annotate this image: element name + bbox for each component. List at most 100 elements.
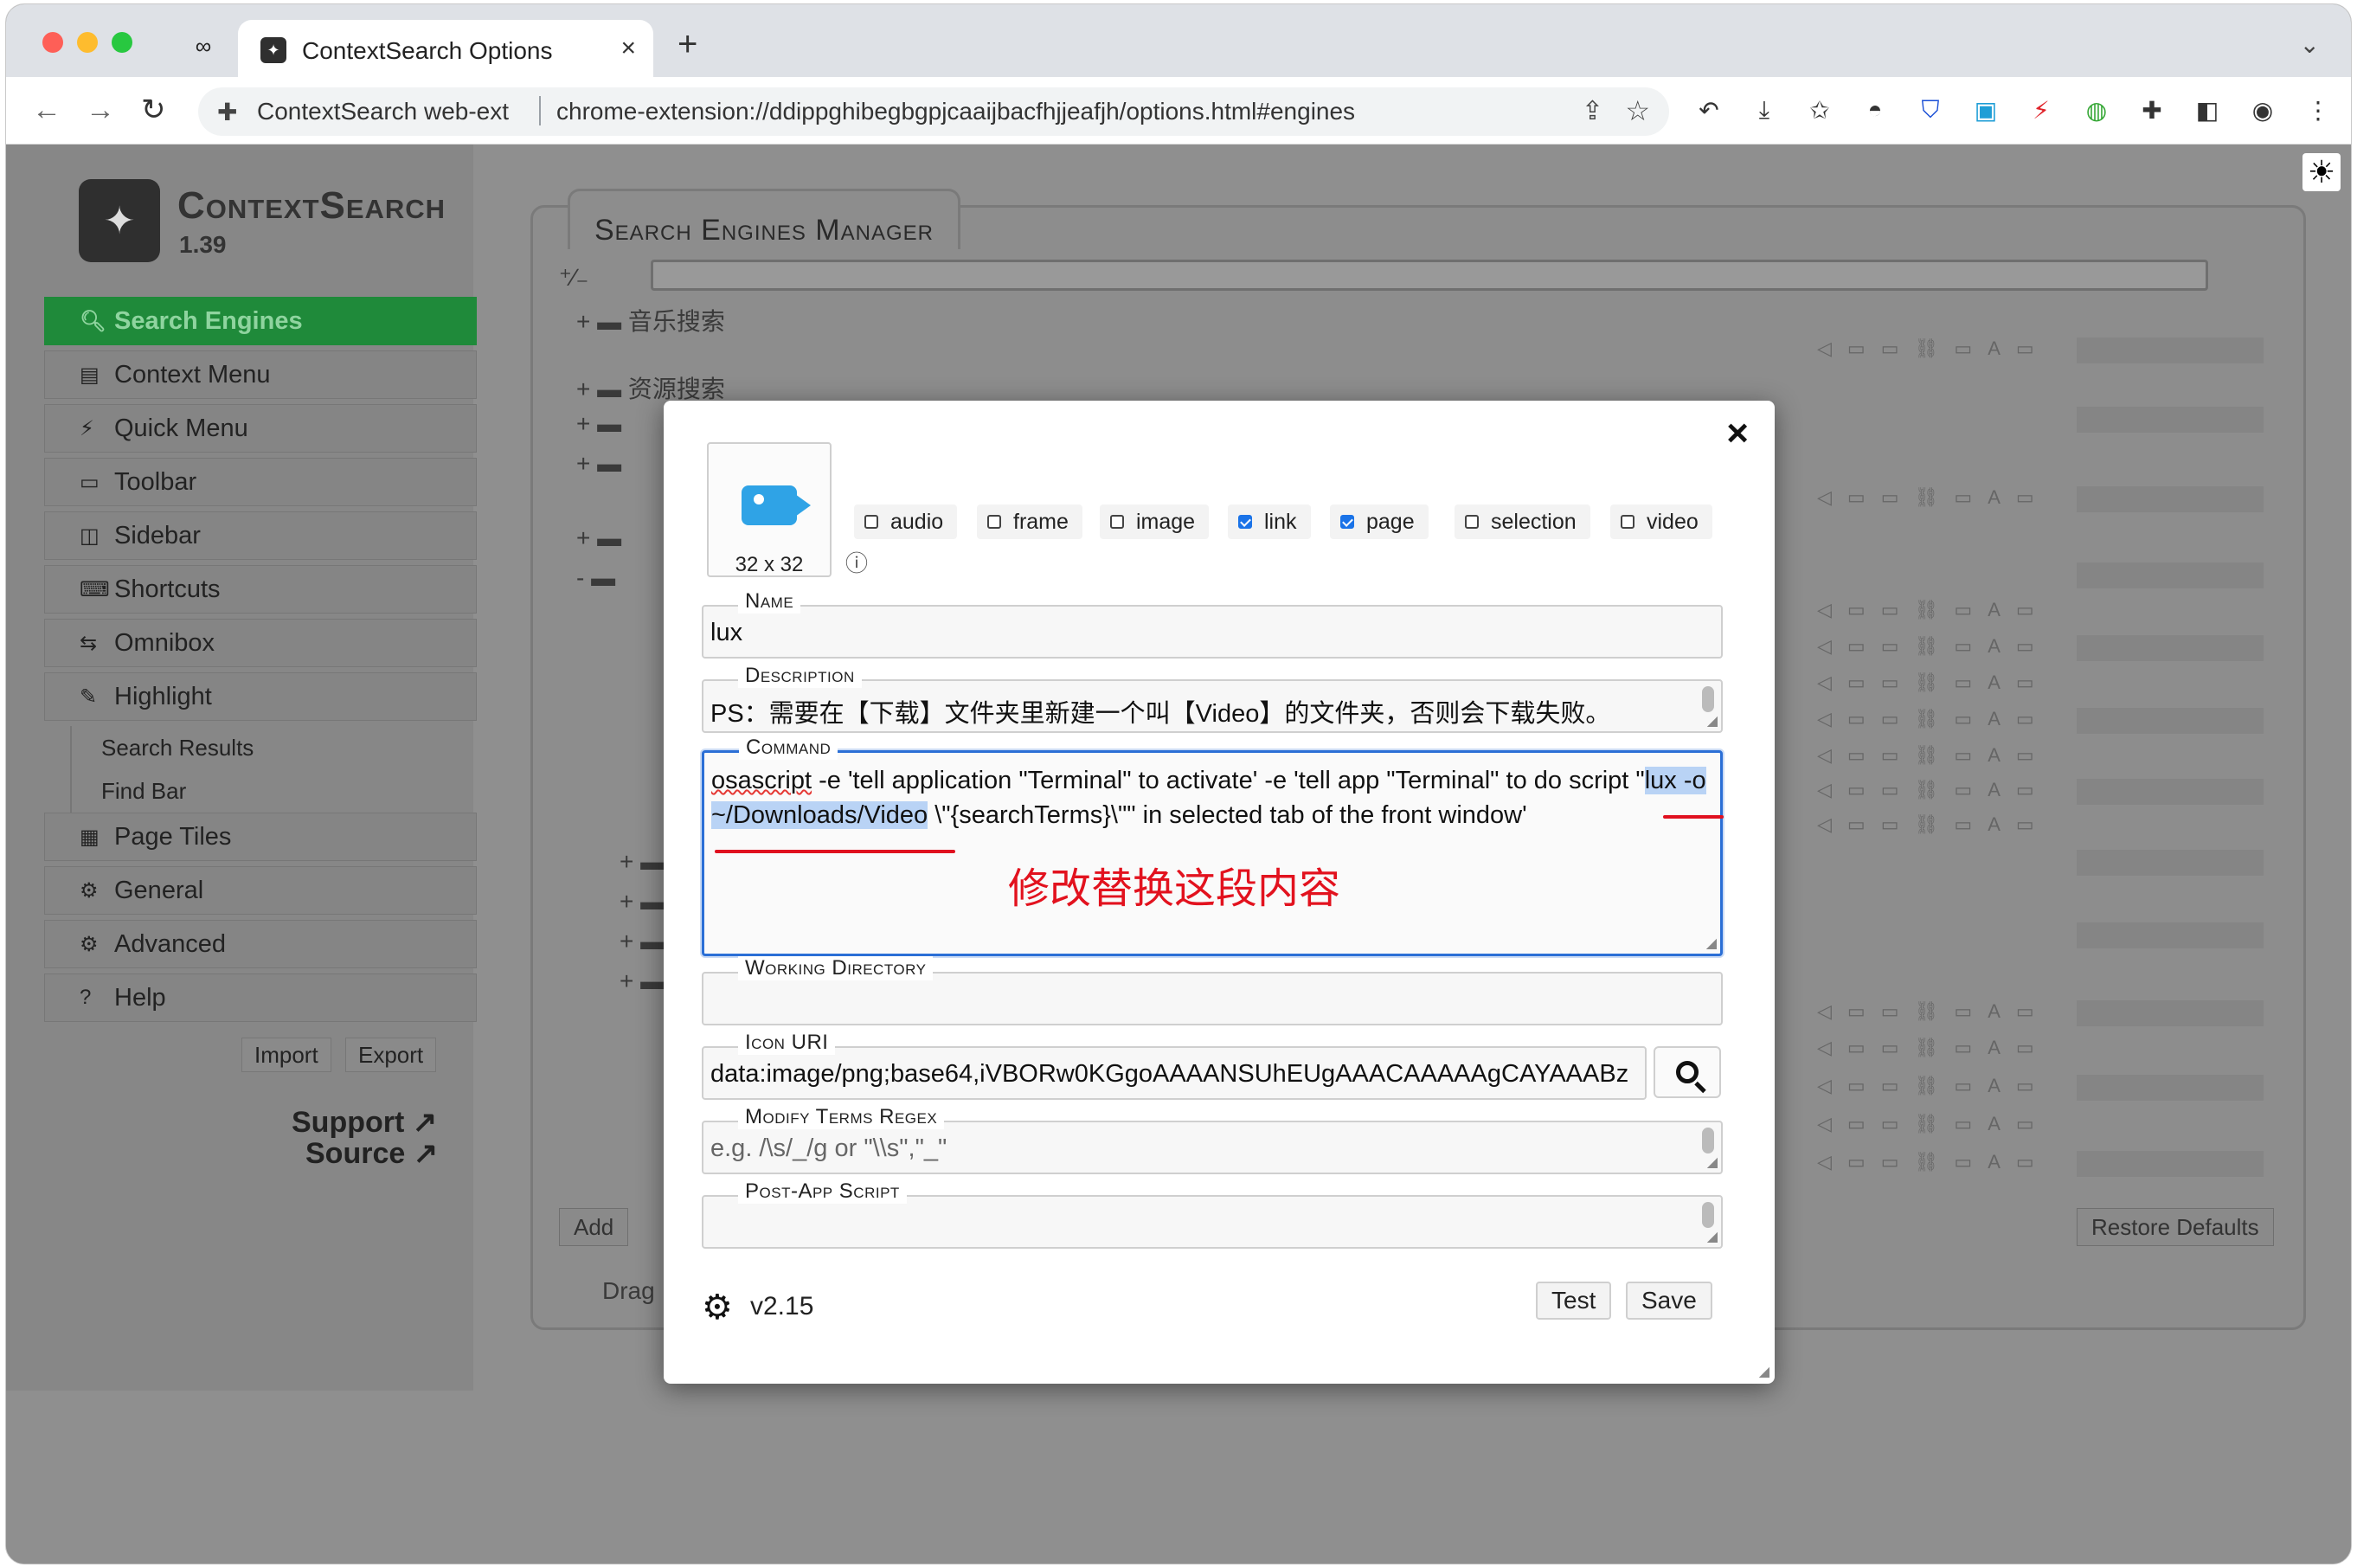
sidebar-item-context-menu[interactable]: ▤ Context Menu — [44, 350, 477, 399]
tree-folder[interactable]: + ▬ — [576, 450, 621, 478]
sidebar-item-general[interactable]: ⚙ General — [44, 866, 477, 915]
window-close-button[interactable] — [42, 32, 63, 53]
tree-folder[interactable]: - ▬ — [576, 564, 615, 592]
resize-grip-icon[interactable]: ◢ — [1707, 1228, 1718, 1245]
context-image[interactable]: image — [1100, 504, 1210, 539]
description-field[interactable]: Description PS：需要在【下载】文件夹里新建一个叫【Video】的文… — [702, 664, 1723, 733]
tree-folder-music[interactable]: + ▬ 音乐搜索 — [576, 303, 725, 337]
post-app-script-field[interactable]: Post-App Script ◢ — [702, 1179, 1723, 1249]
address-bar[interactable]: ✚ ContextSearch web-ext chrome-extension… — [198, 87, 1669, 136]
sidebar-item-toolbar[interactable]: ▭ Toolbar — [44, 458, 477, 506]
context-checkbox[interactable] — [1110, 515, 1124, 529]
tree-folder[interactable]: + ▬ — [576, 524, 621, 552]
working-directory-field[interactable]: Working Directory — [702, 956, 1723, 1025]
context-link[interactable]: link — [1228, 504, 1311, 539]
icon-search-button[interactable] — [1654, 1046, 1721, 1098]
tree-folder[interactable]: + ▬ — [620, 888, 665, 916]
modify-terms-field[interactable]: Modify Terms Regex e.g. /\s/_/g or "\\s"… — [702, 1105, 1723, 1174]
green-apple-icon[interactable]: ◍ — [2081, 94, 2112, 125]
tree-folder[interactable]: + ▬ — [576, 410, 621, 438]
side-panel-icon[interactable]: ◧ — [2192, 94, 2223, 125]
history-icon[interactable]: ↶ — [1693, 94, 1724, 125]
save-button[interactable]: Save — [1626, 1282, 1712, 1320]
bitwarden-shield-icon[interactable]: ⛉ — [1915, 94, 1946, 125]
pinned-tab-infinity-icon[interactable]: ∞ — [188, 30, 219, 61]
reload-icon[interactable]: ↻ — [141, 93, 166, 127]
context-frame[interactable]: frame — [977, 504, 1082, 539]
close-icon[interactable]: × — [1726, 413, 1749, 454]
icon-uri-input[interactable]: data:image/png;base64,iVBORw0KGgoAAAANSU… — [710, 1060, 1634, 1089]
share-icon[interactable]: ⇪ — [1582, 96, 1603, 126]
info-icon[interactable]: ⓘ — [845, 546, 868, 578]
context-page[interactable]: page — [1330, 504, 1429, 539]
gear-icon[interactable]: ⚙ — [702, 1290, 733, 1325]
sidebar-item-search-engines[interactable]: 🔍︎ Search Engines — [44, 297, 477, 345]
context-checkbox[interactable] — [864, 515, 878, 529]
window-minimize-button[interactable] — [77, 32, 98, 53]
name-input[interactable]: lux — [710, 619, 1711, 647]
import-button[interactable]: Import — [241, 1038, 331, 1072]
extensions-puzzle-icon[interactable]: ✚ — [2136, 94, 2168, 125]
tree-folder-resources[interactable]: + ▬ 资源搜索 — [576, 370, 725, 405]
context-video[interactable]: video — [1610, 504, 1712, 539]
tab-close-icon[interactable]: × — [620, 34, 636, 63]
incognito-icon[interactable]: ◓ — [1859, 94, 1891, 125]
context-checkbox-checked[interactable] — [1238, 515, 1252, 529]
back-arrow-icon[interactable]: ← — [32, 93, 61, 127]
new-tab-button[interactable]: + — [678, 27, 697, 61]
context-selection[interactable]: selection — [1455, 504, 1590, 539]
tree-folder[interactable]: + ▬ — [620, 928, 665, 955]
context-checkbox[interactable] — [1621, 515, 1634, 529]
sidebar-item-advanced[interactable]: ⚙ Advanced — [44, 920, 477, 968]
engine-icon-picker[interactable]: 32 x 32 — [707, 442, 832, 577]
manager-search-input[interactable] — [651, 260, 2208, 291]
expand-all-icon[interactable]: ⁺∕₋ — [559, 263, 588, 292]
command-field[interactable]: Command osascript -e 'tell application "… — [702, 736, 1724, 956]
tab-search-chevron-icon[interactable]: ⌄ — [2300, 30, 2320, 59]
sidebar-subitem-find-bar[interactable]: Find Bar — [70, 769, 477, 813]
profile-avatar-icon[interactable]: ◉ — [2247, 94, 2278, 125]
resize-grip-icon[interactable]: ◢ — [1706, 935, 1717, 952]
sidebar-item-sidebar[interactable]: ◫ Sidebar — [44, 511, 477, 560]
sidebar-item-omnibox[interactable]: ⇆ Omnibox — [44, 619, 477, 667]
context-checkbox-checked[interactable] — [1340, 515, 1354, 529]
sidebar-item-page-tiles[interactable]: ▦ Page Tiles — [44, 813, 477, 861]
tree-folder[interactable]: + ▬ — [620, 967, 665, 995]
context-checkbox[interactable] — [987, 515, 1001, 529]
context-audio[interactable]: audio — [854, 504, 958, 539]
source-link[interactable]: Source ↗ — [305, 1136, 438, 1171]
scrollbar-thumb[interactable] — [1702, 1202, 1714, 1228]
add-engine-button[interactable]: Add — [559, 1208, 629, 1246]
resize-grip-icon[interactable]: ◢ — [1707, 1154, 1718, 1171]
sidebar-item-help[interactable]: ? Help — [44, 974, 477, 1022]
forward-arrow-icon[interactable]: → — [86, 93, 115, 127]
scrollbar-thumb[interactable] — [1702, 686, 1714, 712]
star-list-icon[interactable]: ✩ — [1804, 94, 1835, 125]
save-floppy-icon[interactable]: ▣ — [1970, 94, 2001, 125]
more-menu-icon[interactable]: ⋮ — [2302, 94, 2334, 125]
tab-contextsearch-options[interactable]: ✦ ContextSearch Options × — [238, 20, 653, 77]
restore-defaults-button[interactable]: Restore Defaults — [2077, 1208, 2274, 1246]
resize-grip-icon[interactable]: ◢ — [1707, 712, 1718, 729]
modify-terms-textarea[interactable]: e.g. /\s/_/g or "\\s","_" — [710, 1134, 1711, 1163]
bookmark-star-icon[interactable]: ☆ — [1625, 94, 1650, 127]
test-button[interactable]: Test — [1536, 1282, 1612, 1320]
download-icon[interactable]: ⤓ — [1749, 94, 1780, 125]
scrollbar-thumb[interactable] — [1702, 1128, 1714, 1154]
command-textarea[interactable]: osascript -e 'tell application "Terminal… — [711, 763, 1706, 832]
support-link[interactable]: Support ↗ — [292, 1105, 437, 1140]
sidebar-subitem-search-results[interactable]: Search Results — [70, 726, 477, 769]
resize-grip-icon[interactable]: ◢ — [1759, 1363, 1769, 1380]
icon-uri-field[interactable]: Icon URI data:image/png;base64,iVBORw0KG… — [702, 1031, 1647, 1100]
url-text[interactable]: chrome-extension://ddippghibegbgpjcaaijb… — [556, 98, 1355, 125]
context-checkbox[interactable] — [1465, 515, 1479, 529]
red-bolt-icon[interactable]: ⚡︎ — [2026, 94, 2057, 125]
name-field[interactable]: Name lux — [702, 589, 1723, 659]
export-button[interactable]: Export — [345, 1038, 437, 1072]
theme-toggle-sun-icon[interactable]: ☀ — [2302, 153, 2341, 191]
description-textarea[interactable]: PS：需要在【下载】文件夹里新建一个叫【Video】的文件夹，否则会下载失败。 — [710, 693, 1711, 729]
sidebar-item-highlight[interactable]: ✎ Highlight — [44, 672, 477, 721]
sidebar-item-shortcuts[interactable]: ⌨ Shortcuts — [44, 565, 477, 614]
tree-folder[interactable]: + ▬ — [620, 848, 665, 876]
window-maximize-button[interactable] — [112, 32, 132, 53]
